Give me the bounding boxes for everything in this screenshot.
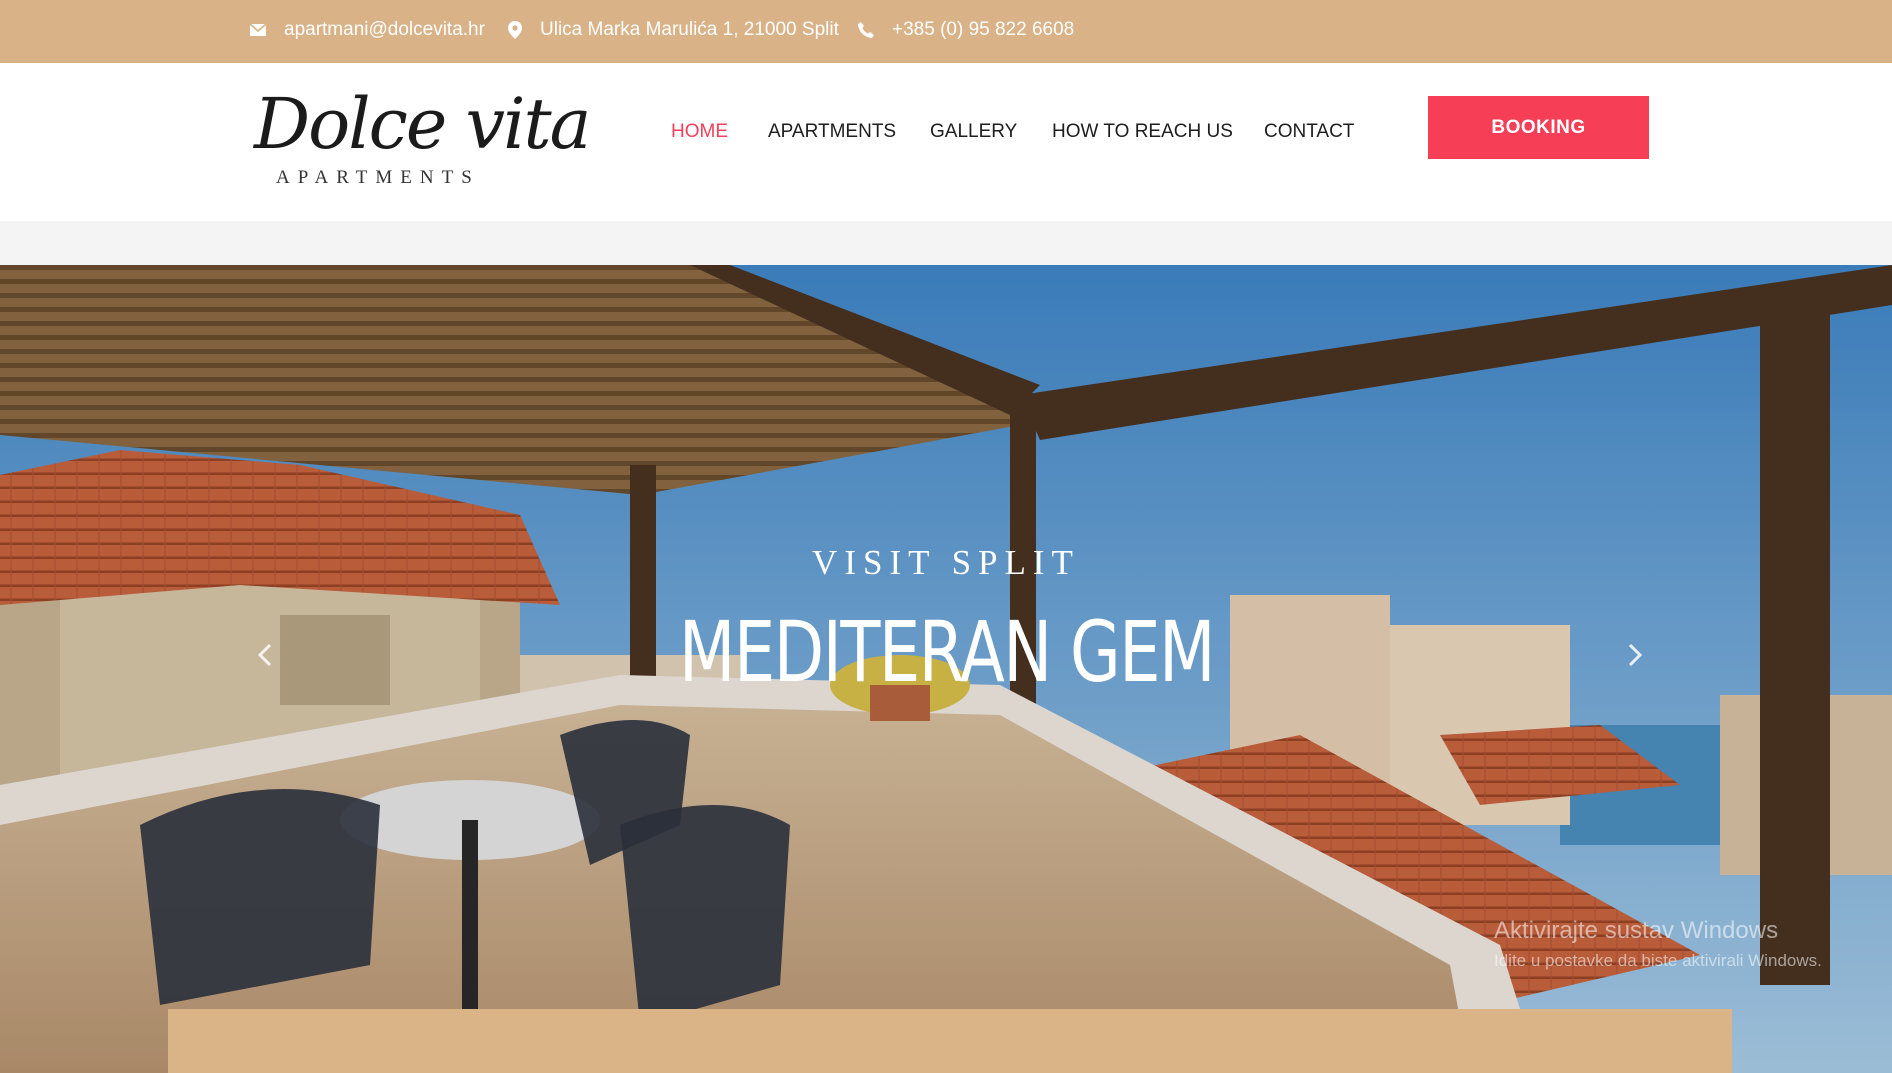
header-spacer — [0, 221, 1892, 265]
envelope-icon — [250, 22, 266, 36]
phone-text[interactable]: +385 (0) 95 822 6608 — [892, 19, 1074, 41]
phone-info[interactable]: +385 (0) 95 822 6608 — [858, 0, 1074, 59]
slider-next-button[interactable] — [1620, 635, 1650, 675]
hero-headline: MEDITERAN GEM — [678, 603, 1216, 701]
hero-slider: VISIT SPLIT MEDITERAN GEM Aktivirajte su… — [0, 265, 1892, 1073]
email-text[interactable]: apartmani@dolcevita.hr — [284, 19, 485, 41]
top-info-bar: apartmani@dolcevita.hr Ulica Marka Marul… — [0, 0, 1892, 63]
nav-gallery[interactable]: GALLERY — [930, 121, 1017, 143]
logo[interactable]: Dolce vita APARTMENTS — [250, 89, 591, 199]
nav-contact[interactable]: CONTACT — [1264, 121, 1354, 143]
email-info[interactable]: apartmani@dolcevita.hr — [250, 0, 485, 59]
chevron-right-icon — [1628, 643, 1643, 667]
search-panel — [168, 1009, 1732, 1073]
nav-how-to-reach-us[interactable]: HOW TO REACH US — [1052, 121, 1233, 143]
address-text: Ulica Marka Marulića 1, 21000 Split — [540, 18, 839, 40]
hero-kicker: VISIT SPLIT — [812, 543, 1080, 582]
windows-watermark-title: Aktivirajte sustav Windows — [1494, 917, 1779, 944]
nav-home[interactable]: HOME — [671, 121, 728, 143]
logo-subtitle: APARTMENTS — [276, 167, 480, 188]
address-info: Ulica Marka Marulića 1, 21000 Split — [508, 0, 839, 59]
phone-icon — [858, 21, 874, 38]
site-header: Dolce vita APARTMENTS HOME APARTMENTS GA… — [0, 63, 1892, 221]
chevron-left-icon — [257, 643, 272, 667]
slider-prev-button[interactable] — [250, 635, 280, 675]
nav-apartments[interactable]: APARTMENTS — [768, 121, 896, 143]
booking-button[interactable]: BOOKING — [1428, 96, 1649, 159]
windows-watermark-subtitle: Idite u postavke da biste aktivirali Win… — [1494, 951, 1822, 970]
logo-script: Dolce vita — [254, 83, 591, 165]
map-marker-icon — [508, 20, 522, 39]
